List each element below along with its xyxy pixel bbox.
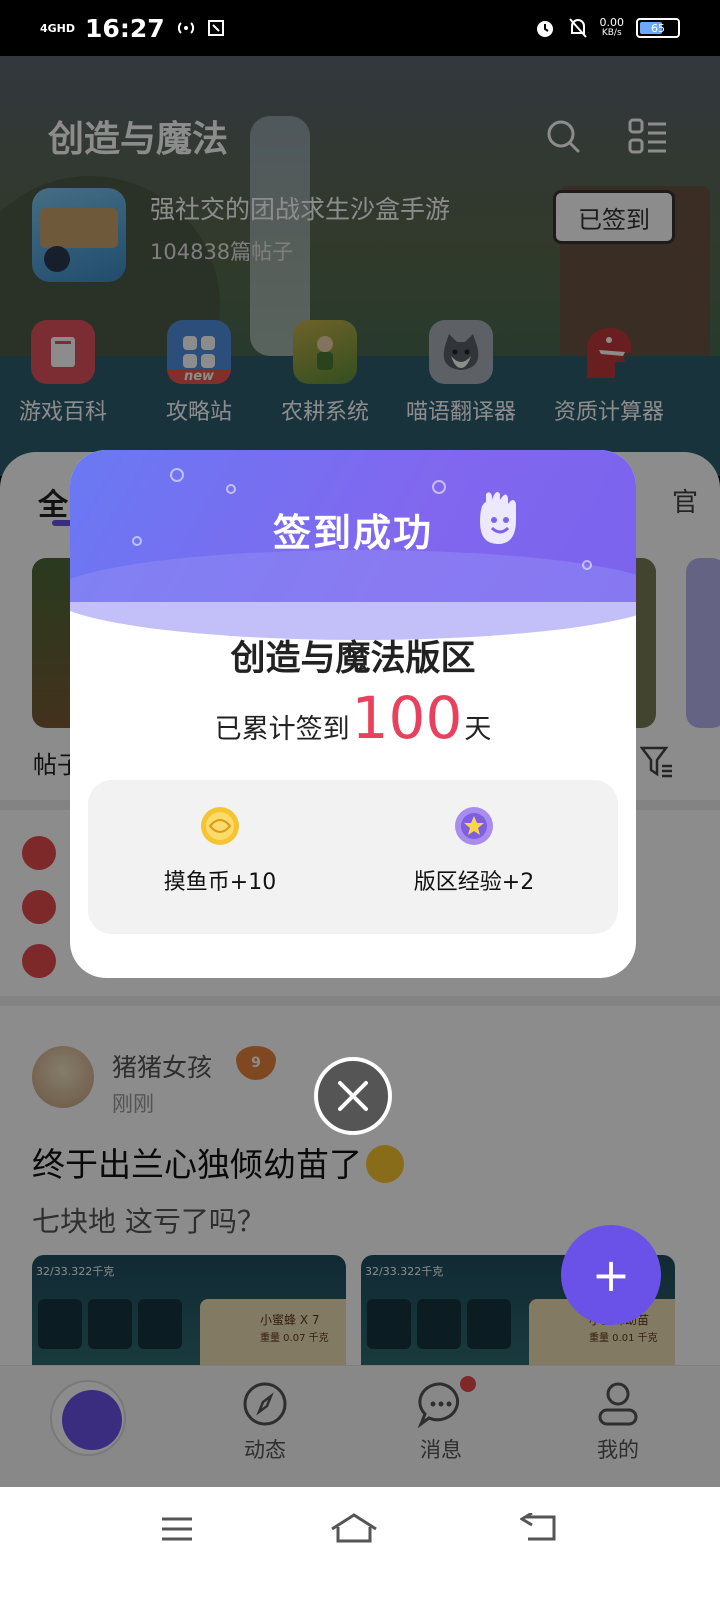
reward-label: 版区经验+2 [413, 870, 535, 895]
hotspot-icon [177, 22, 194, 34]
dialog-title: 签到成功 [272, 511, 433, 555]
close-icon [338, 1081, 368, 1111]
battery-icon: 65 [636, 18, 680, 38]
rewards-panel: 摸鱼币+10 版区经验+2 [88, 780, 618, 934]
streak-suffix: 天 [464, 714, 492, 745]
streak-prefix: 已累计签到 [214, 714, 350, 745]
screen: 4GHD 16:27 0.00 KB/s 65 创造与魔法 强社交的团战求生沙盒… [0, 0, 720, 1600]
reward-label: 摸鱼币+10 [163, 870, 277, 895]
dialog-header: 签到成功 [70, 450, 636, 640]
home-icon[interactable] [330, 1511, 378, 1545]
reward-experience: 版区经验+2 [354, 806, 594, 896]
status-time: 16:27 [85, 13, 165, 43]
compose-fab[interactable]: + [561, 1225, 661, 1325]
recent-apps-icon[interactable] [160, 1515, 194, 1543]
waving-hand-icon [480, 492, 516, 544]
checkin-success-dialog: 签到成功 创造与魔法版区 已累计签到 100 天 摸鱼币+10 版区经验+2 [70, 450, 636, 978]
checkin-streak: 已累计签到 100 天 [70, 688, 636, 748]
forum-name: 创造与魔法版区 [230, 639, 476, 679]
sync-icon [207, 20, 224, 36]
net-speed-unit: KB/s [601, 28, 622, 38]
reward-coins: 摸鱼币+10 [100, 806, 340, 896]
experience-star-icon [455, 807, 493, 845]
fish-coin-icon [201, 807, 239, 845]
status-bar: 4GHD 16:27 0.00 KB/s 65 [0, 0, 720, 56]
close-dialog-button[interactable] [314, 1057, 392, 1135]
net-speed-value: 0.00 [599, 16, 625, 29]
system-nav-bar [0, 1487, 720, 1600]
streak-days: 100 [351, 684, 463, 752]
alarm-icon [536, 21, 553, 37]
mute-bell-icon [568, 18, 587, 38]
back-icon[interactable] [520, 1513, 558, 1543]
battery-level: 65 [651, 21, 665, 35]
network-indicator: 4GHD [40, 21, 76, 35]
